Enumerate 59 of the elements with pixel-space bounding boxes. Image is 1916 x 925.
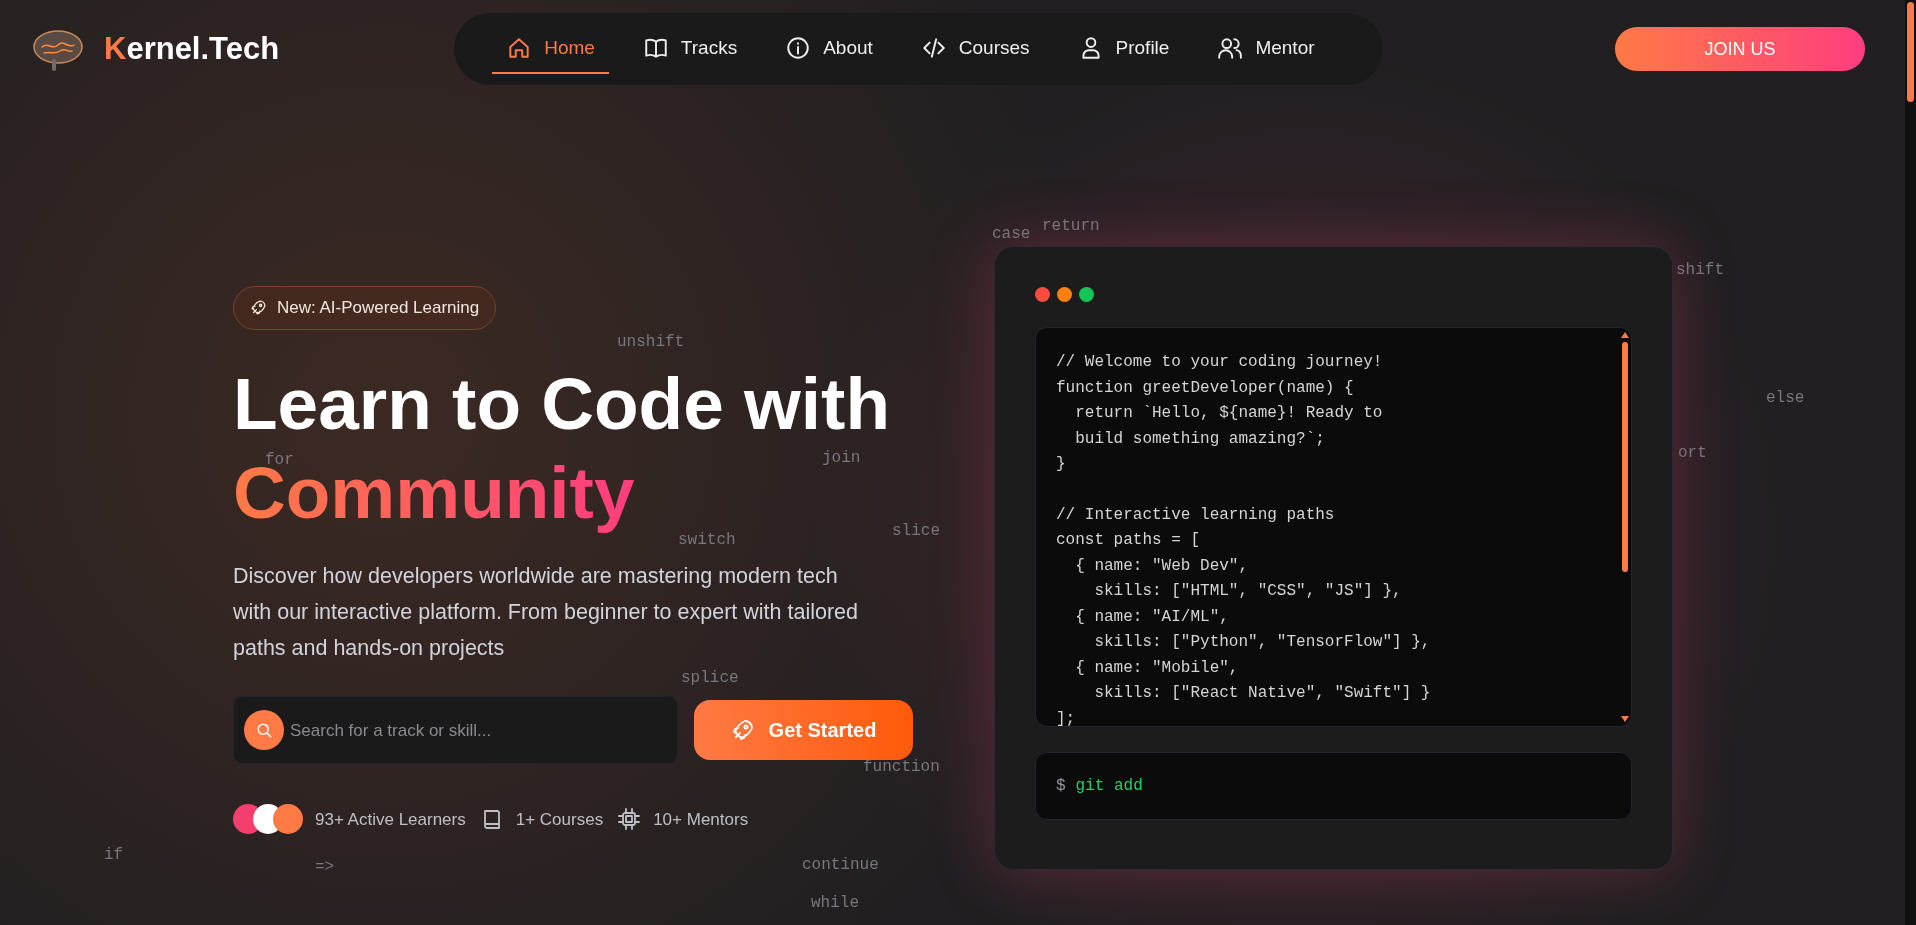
hero-title: Learn to Code with <box>233 361 890 446</box>
scroll-down-arrow-icon[interactable] <box>1621 716 1629 722</box>
rocket-icon <box>250 299 267 317</box>
window-control-dot <box>1057 287 1072 302</box>
code-line: skills: ["React Native", "Swift"] } <box>1093 683 1432 704</box>
window-control-dot <box>1079 287 1094 302</box>
floating-keyword: unshift <box>617 332 685 353</box>
brand-name: Kernel.Tech <box>104 29 280 68</box>
stat-text: 1+ Courses <box>515 808 604 831</box>
floating-keyword: join <box>822 448 861 469</box>
nav-link[interactable]: Tracks <box>628 24 752 74</box>
floating-keyword: while <box>811 893 859 914</box>
code-line: } <box>1056 454 1067 475</box>
floating-keyword: return <box>1042 216 1100 237</box>
badge-text: New: AI-Powered Learning <box>277 297 480 319</box>
floating-keyword: else <box>1766 388 1805 409</box>
scroll-up-arrow-icon[interactable] <box>1621 332 1629 338</box>
code-line: { name: "AI/ML", <box>1074 606 1230 628</box>
code-line: // Welcome to your coding journey! <box>1056 352 1384 373</box>
code-line: const paths = [ <box>1056 530 1202 551</box>
stat-text: 93+ Active Learners <box>315 808 466 831</box>
nav-link[interactable]: Mentor <box>1203 24 1329 74</box>
code-line: skills: ["HTML", "CSS", "JS"] }, <box>1093 581 1403 602</box>
code-line: // Interactive learning paths <box>1056 504 1336 526</box>
nav-link[interactable]: Courses <box>906 24 1044 74</box>
floating-keyword: continue <box>802 855 879 876</box>
floating-keyword: case <box>992 224 1031 245</box>
window-control-dot <box>1035 287 1050 302</box>
stat-text: 10+ Mentors <box>653 808 749 831</box>
brain-logo-drawing <box>30 27 86 71</box>
hero-description: Discover how developers worldwide are mastering modern tech with our interactive platform. From beginner to expert with tailored paths and hands-on projects <box>233 563 859 663</box>
search-icon <box>244 710 284 751</box>
search-input[interactable]: Search for a track or skill... <box>288 716 677 745</box>
floating-keyword: switch <box>678 530 736 551</box>
floating-keyword: shift <box>1676 260 1724 281</box>
nav-link[interactable]: Profile <box>1063 24 1184 74</box>
code-line: { name: "Web Dev", <box>1074 555 1250 577</box>
info-icon <box>785 35 812 61</box>
terminal-command: git add <box>1075 776 1143 797</box>
code-line: return `Hello, ${name}! Ready to <box>1074 403 1384 424</box>
floating-keyword: slice <box>892 521 940 542</box>
page-scrollbar[interactable] <box>1905 0 1916 925</box>
terminal-prompt: $ <box>1056 776 1066 797</box>
floating-keyword: ort <box>1678 443 1707 464</box>
floating-keyword: if <box>104 845 124 866</box>
code-icon <box>920 35 947 61</box>
users-icon <box>1217 35 1244 61</box>
code-line: ]; <box>1056 708 1077 730</box>
search-field[interactable]: Search for a track or skill... <box>233 696 678 765</box>
code-line: build something amazing?`; <box>1074 428 1326 450</box>
chip-icon <box>617 807 642 832</box>
floating-keyword: => <box>315 857 335 878</box>
nav-link[interactable]: About <box>771 24 887 74</box>
code-line: { name: "Mobile", <box>1074 657 1240 679</box>
rocket-icon <box>730 718 755 743</box>
code-line: function greetDeveloper(name) { <box>1056 377 1355 399</box>
floating-keyword: splice <box>681 668 739 689</box>
code-line: skills: ["Python", "TensorFlow"] }, <box>1093 632 1432 653</box>
nav-link[interactable]: Home <box>492 24 609 74</box>
